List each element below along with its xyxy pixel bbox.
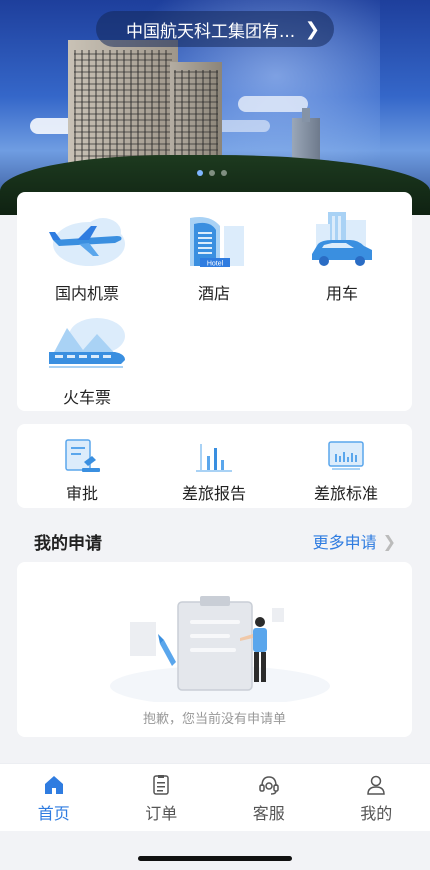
empty-state-text: 抱歉，您当前没有申请单 <box>142 712 286 727</box>
hotel-icon: Hotel <box>174 210 254 268</box>
tab-label: 订单 <box>145 804 178 823</box>
train-icon <box>47 314 127 372</box>
tool-travel-standard[interactable]: 差旅标准 <box>281 438 411 504</box>
plane-icon <box>47 210 127 268</box>
tab-label: 客服 <box>252 804 285 823</box>
home-indicator-area <box>0 831 430 870</box>
service-hotel[interactable]: Hotel 酒店 <box>154 210 274 304</box>
service-domestic-flight[interactable]: 国内机票 <box>27 210 147 304</box>
company-name: 中国航天科工集团有... <box>126 21 296 42</box>
service-car[interactable]: 用车 <box>282 210 402 304</box>
service-label: 用车 <box>325 284 358 303</box>
banner-dot[interactable] <box>221 170 227 176</box>
banner-dot[interactable] <box>197 170 203 176</box>
service-label: 国内机票 <box>54 284 119 303</box>
company-selector[interactable]: 中国航天科工集团有... ❯ <box>96 11 334 47</box>
chevron-right-icon: ❯ <box>382 531 396 551</box>
my-applications-header: 我的申请 更多申请 ❯ <box>34 528 396 554</box>
banner-tower-spire <box>302 108 310 122</box>
tool-approval[interactable]: 审批 <box>17 438 147 504</box>
tab-customer-service[interactable]: 客服 <box>215 764 323 831</box>
service-label: 酒店 <box>197 284 230 303</box>
tool-label: 差旅标准 <box>313 484 378 503</box>
service-label: 火车票 <box>62 388 111 407</box>
tab-orders[interactable]: 订单 <box>108 764 216 831</box>
bar-chart-icon <box>194 438 234 474</box>
order-icon <box>150 774 172 796</box>
tab-home[interactable]: 首页 <box>0 764 108 831</box>
more-applications-label: 更多申请 <box>312 533 377 552</box>
tool-label: 审批 <box>65 484 98 503</box>
car-icon <box>302 210 382 268</box>
approval-icon <box>62 438 102 474</box>
tool-travel-report[interactable]: 差旅报告 <box>149 438 279 504</box>
empty-state-illustration <box>102 582 332 706</box>
tab-label: 我的 <box>360 804 393 823</box>
banner[interactable]: 中国航天科工集团有... ❯ <box>0 0 430 215</box>
banner-cloud <box>238 96 308 112</box>
svg-text:Hotel: Hotel <box>207 261 224 268</box>
banner-pagination <box>197 170 227 176</box>
tool-label: 差旅报告 <box>181 484 246 503</box>
user-icon <box>365 774 387 796</box>
headset-icon <box>258 774 280 796</box>
service-train[interactable]: 火车票 <box>27 314 147 408</box>
banner-dot[interactable] <box>209 170 215 176</box>
home-icon <box>43 774 65 796</box>
standard-monitor-icon <box>326 438 366 474</box>
chevron-right-icon: ❯ <box>304 18 320 40</box>
tab-label: 首页 <box>37 804 70 823</box>
applications-card: 抱歉，您当前没有申请单 <box>17 562 412 737</box>
home-indicator[interactable] <box>138 856 292 861</box>
more-applications-link[interactable]: 更多申请 ❯ <box>313 529 396 553</box>
tools-card: 审批 差旅报告 差旅标准 <box>17 424 412 508</box>
tab-bar: 首页 订单 客服 我的 <box>0 763 430 831</box>
tab-mine[interactable]: 我的 <box>323 764 430 831</box>
section-title: 我的申请 <box>34 533 102 554</box>
services-card: 国内机票 Hotel 酒店 用车 火车票 <box>17 192 412 411</box>
